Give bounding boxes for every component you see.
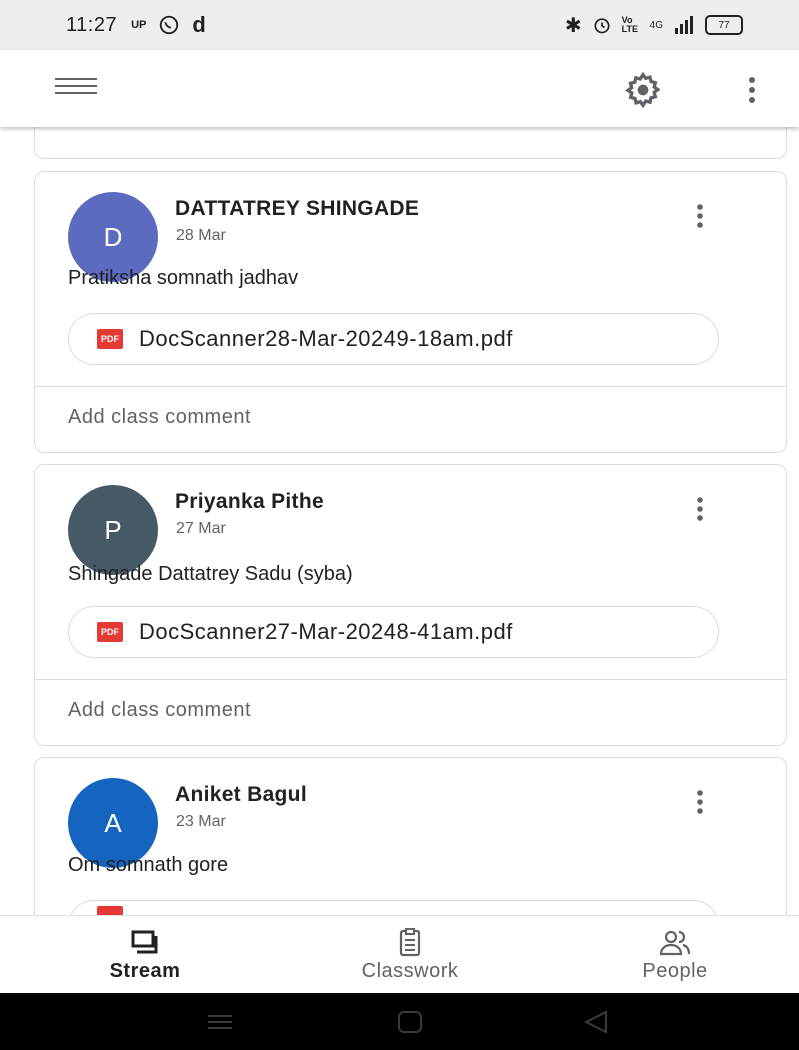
settings-gear-icon[interactable] [623,70,663,110]
d-app-icon: d [192,12,206,37]
whatsapp-icon [160,15,179,35]
system-navigation-bar [0,993,799,1050]
alarm-icon [594,18,610,34]
post-text: Shingade Dattatrey Sadu (syba) [68,563,353,585]
signal-icon [675,16,693,34]
home-icon[interactable] [396,1009,424,1035]
status-right-icons: ✱ Vo LTE 4G 77 [565,13,743,38]
post-card: P Priyanka Pithe 27 Mar Shingade Dattatr… [34,464,787,746]
post-text: Om somnath gore [68,854,229,876]
data-up-icon: UP [131,19,147,31]
divider [35,386,786,387]
divider [35,679,786,680]
avatar [77,127,157,166]
status-time: 11:27 [66,13,118,36]
more-vert-icon[interactable] [742,72,762,108]
bluetooth-icon: ✱ [564,14,582,37]
classwork-icon [399,928,421,957]
tab-label: Stream [109,960,181,982]
battery-icon: 77 [705,15,743,35]
add-comment-field[interactable]: Add class comment [68,406,251,429]
pdf-icon: PDF [97,622,123,642]
post-author: Aniket Bagul [175,783,307,806]
post-date: 27 Mar [176,520,226,537]
attachment-chip[interactable]: PDF DocScanner27-Mar-20248-41am.pdf [68,606,719,658]
tab-label: People [642,960,708,982]
tab-label: Classwork [361,960,459,982]
volte-icon: Vo LTE [621,15,638,34]
menu-icon[interactable] [55,78,97,100]
stream-feed[interactable]: D DATTATREY SHINGADE 28 Mar Pratiksha so… [0,127,799,915]
status-bar: 11:27 UP d ✱ Vo LTE 4G 77 [0,0,799,50]
status-left-icons: UP d [131,12,206,38]
stream-icon [131,930,158,954]
attachment-filename: DocScanner28-Mar-20249-18am.pdf [139,326,513,351]
tab-stream[interactable]: Stream [80,916,210,994]
tab-classwork[interactable]: Classwork [325,916,495,994]
post-text: Pratiksha somnath jadhav [68,267,299,289]
add-comment-field[interactable]: Add class comment [68,699,251,722]
app-bar [0,50,799,127]
avatar: P [68,485,158,575]
post-card: A Aniket Bagul 23 Mar Om somnath gore [34,757,787,915]
recents-icon[interactable] [205,1011,235,1033]
post-date: 23 Mar [176,813,226,830]
attachment-chip[interactable] [68,900,719,915]
more-vert-icon[interactable] [690,200,710,232]
more-vert-icon[interactable] [690,493,710,525]
battery-level: 77 [718,19,730,31]
pdf-icon: PDF [97,329,123,349]
post-date: 28 Mar [176,227,226,244]
pdf-icon [97,906,123,915]
attachment-chip[interactable]: PDF DocScanner28-Mar-20249-18am.pdf [68,313,719,365]
bottom-navigation: Stream Classwork People [0,915,799,994]
tab-people[interactable]: People [610,916,740,994]
post-author: Priyanka Pithe [175,490,324,513]
post-author: DATTATREY SHINGADE [175,197,420,220]
back-icon[interactable] [582,1009,610,1035]
people-icon [659,930,691,956]
post-card-previous [34,127,787,159]
more-vert-icon[interactable] [690,786,710,818]
network-type-label: 4G [649,19,663,31]
attachment-filename: DocScanner27-Mar-20248-41am.pdf [139,619,513,644]
post-card: D DATTATREY SHINGADE 28 Mar Pratiksha so… [34,171,787,453]
